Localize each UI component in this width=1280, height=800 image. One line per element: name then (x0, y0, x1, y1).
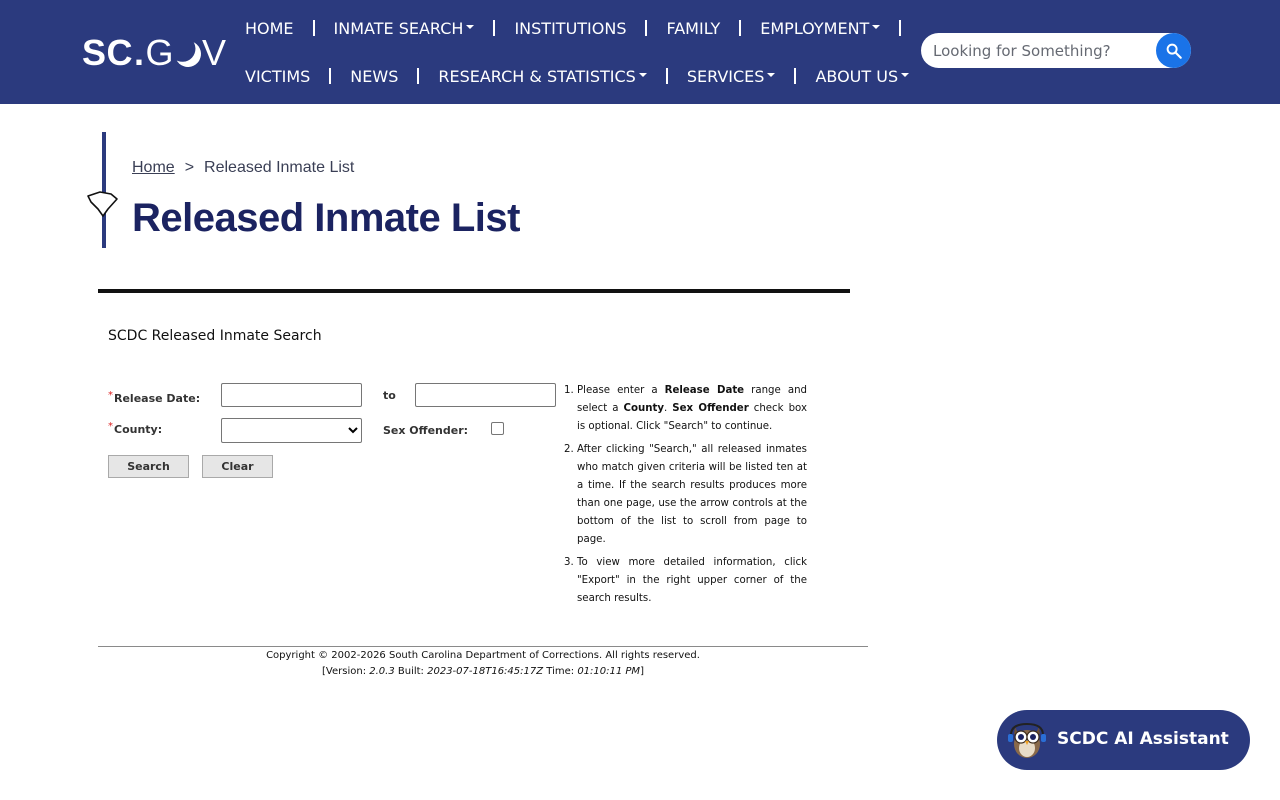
date-range-to-label: to (383, 389, 396, 402)
main-nav-row-1: HOME INMATE SEARCH INSTITUTIONS FAMILY E… (245, 18, 920, 38)
instruction-number: 3. (564, 557, 574, 568)
time-value: 01:10:11 PM (577, 666, 641, 677)
site-search-input[interactable] (921, 34, 1146, 67)
instruction-bold: County (623, 403, 665, 414)
breadcrumb: Home > Released Inmate List (132, 159, 354, 177)
time-label: Time: (543, 666, 578, 677)
nav-family-label: FAMILY (666, 18, 721, 38)
version-number: 2.0.3 (369, 666, 395, 677)
instructions-list: 1. Please enter a Release Date range and … (564, 382, 807, 608)
release-date-from-input[interactable] (221, 383, 362, 407)
version-info: [Version: 2.0.3 Built: 2023-07-18T16:45:… (98, 664, 868, 680)
logo-dot: . (134, 32, 145, 73)
nav-research-statistics[interactable]: RESEARCH & STATISTICS (438, 66, 647, 86)
instruction-bold: Sex Offender (672, 403, 749, 414)
crescent-moon-icon (171, 37, 204, 70)
nav-institutions-label: INSTITUTIONS (514, 18, 627, 38)
instruction-number: 2. (564, 444, 574, 455)
nav-divider (645, 20, 648, 36)
nav-divider (665, 68, 668, 84)
breadcrumb-current: Released Inmate List (204, 159, 355, 176)
version-suffix: ] (640, 666, 644, 677)
copyright-text: Copyright © 2002-2026 South Carolina Dep… (266, 650, 700, 661)
county-label: *County: (108, 421, 163, 436)
caret-down-icon (901, 73, 910, 77)
nav-divider (899, 20, 902, 36)
scgov-logo[interactable]: SC . G V (82, 32, 227, 73)
site-search-button[interactable] (1156, 33, 1191, 68)
nav-institutions[interactable]: INSTITUTIONS (514, 19, 626, 38)
release-date-label: *Release Date: (108, 390, 201, 405)
built-label: Built: (394, 666, 428, 677)
instruction-bold: Release Date (664, 385, 745, 396)
nav-victims[interactable]: VICTIMS (245, 67, 310, 86)
county-label-text: County: (114, 423, 163, 436)
ai-assistant-button[interactable]: SCDC AI Assistant (997, 710, 1250, 770)
nav-employment[interactable]: EMPLOYMENT (760, 18, 881, 38)
release-date-to-input[interactable] (415, 383, 556, 407)
built-timestamp: 2023-07-18T16:45:17Z (427, 666, 544, 677)
nav-employment-label: EMPLOYMENT (760, 18, 870, 38)
nav-news-label: NEWS (350, 66, 399, 86)
caret-down-icon (767, 73, 776, 77)
nav-family[interactable]: FAMILY (666, 19, 720, 38)
instruction-item: 2. After clicking "Search," all released … (564, 441, 807, 549)
nav-inmate-search-label: INMATE SEARCH (333, 18, 464, 38)
version-prefix: [Version: (322, 666, 370, 677)
caret-down-icon (638, 73, 647, 77)
page-title: Released Inmate List (132, 196, 520, 240)
nav-services[interactable]: SERVICES (687, 67, 776, 86)
title-divider (98, 289, 850, 293)
nav-divider (417, 68, 420, 84)
required-marker: * (108, 390, 113, 401)
breadcrumb-separator: > (184, 159, 195, 176)
breadcrumb-home-link[interactable]: Home (132, 159, 175, 177)
instruction-item: 3. To view more detailed information, cli… (564, 554, 807, 608)
instruction-text: After clicking "Search," all released in… (577, 444, 807, 545)
nav-home[interactable]: HOME (245, 19, 294, 38)
required-marker: * (108, 421, 113, 432)
south-carolina-outline-icon (87, 191, 118, 217)
nav-victims-label: VICTIMS (245, 66, 311, 86)
nav-research-label: RESEARCH & STATISTICS (438, 66, 636, 86)
caret-down-icon (872, 25, 881, 29)
sex-offender-label: Sex Offender: (383, 424, 469, 437)
logo-sc: SC (82, 32, 134, 73)
instruction-item: 1. Please enter a Release Date range and … (564, 382, 807, 436)
nav-divider (794, 68, 797, 84)
nav-home-label: HOME (245, 18, 294, 38)
main-nav-row-2: VICTIMS NEWS RESEARCH & STATISTICS SERVI… (245, 66, 910, 86)
footer: Copyright © 2002-2026 South Carolina Dep… (98, 648, 868, 680)
nav-news[interactable]: NEWS (350, 67, 398, 86)
site-search (921, 33, 1191, 68)
caret-down-icon (466, 25, 475, 29)
nav-divider (739, 20, 742, 36)
release-date-label-text: Release Date: (114, 392, 201, 405)
instruction-number: 1. (564, 385, 574, 396)
ai-assistant-label: SCDC AI Assistant (1057, 729, 1229, 749)
footer-divider (98, 646, 868, 647)
search-instructions: 1. Please enter a Release Date range and … (564, 382, 807, 613)
nav-divider (312, 20, 315, 36)
nav-about-label: ABOUT US (815, 66, 899, 86)
search-button[interactable]: Search (108, 455, 189, 478)
nav-services-label: SERVICES (686, 66, 765, 86)
logo-g: G (145, 32, 175, 73)
nav-divider (329, 68, 332, 84)
county-select[interactable] (221, 418, 362, 443)
nav-about-us[interactable]: ABOUT US (815, 66, 910, 86)
clear-button[interactable]: Clear (202, 455, 273, 478)
form-heading: SCDC Released Inmate Search (108, 328, 322, 344)
site-header: SC . G V HOME INMATE SEARCH INSTITUTIONS… (0, 0, 1280, 104)
nav-inmate-search[interactable]: INMATE SEARCH (334, 19, 475, 38)
sex-offender-checkbox[interactable] (491, 422, 504, 435)
instruction-text: Please enter a (577, 385, 665, 396)
search-icon (1166, 43, 1182, 59)
instruction-text: To view more detailed information, click… (577, 557, 807, 604)
owl-avatar-icon (1008, 722, 1046, 758)
nav-divider (493, 20, 496, 36)
logo-v: V (202, 32, 227, 73)
